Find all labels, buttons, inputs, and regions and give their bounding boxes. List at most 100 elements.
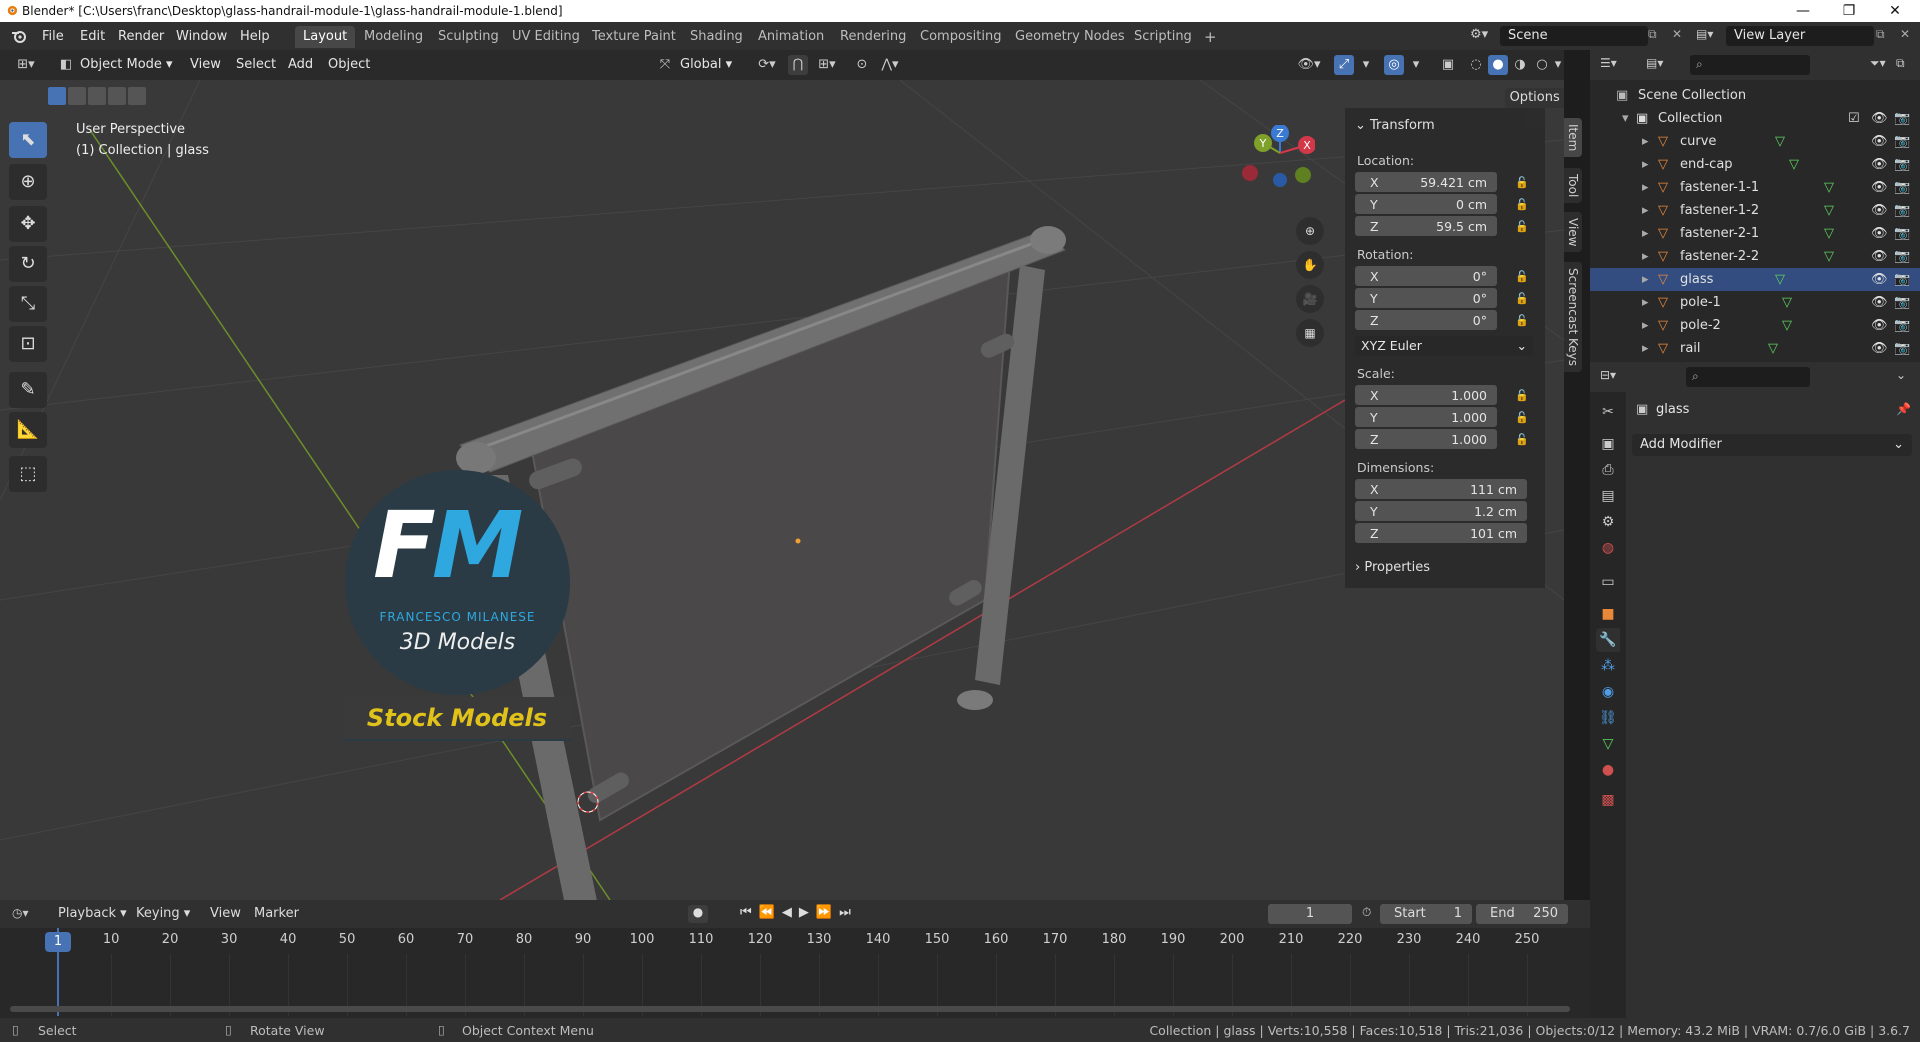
camera-icon[interactable]: 📷: [1894, 107, 1910, 130]
minimize-button[interactable]: —: [1780, 0, 1826, 22]
camera-icon[interactable]: 📷: [1894, 268, 1910, 291]
lock-icon[interactable]: 🔓: [1515, 292, 1529, 306]
solid-shading-icon[interactable]: ●: [1488, 55, 1508, 75]
expand-arrow-icon[interactable]: ▸: [1642, 337, 1649, 360]
view-layer-selector[interactable]: View Layer: [1726, 26, 1874, 46]
expand-arrow-icon[interactable]: ▸: [1642, 268, 1649, 291]
3d-viewport[interactable]: ⬉ ⊕ ✥ ↻ ⤡ ⊡ ✎ 📐 ⬚ User Perspective (1) C…: [0, 80, 1564, 900]
expand-arrow-icon[interactable]: ▸: [1642, 222, 1649, 245]
lock-icon[interactable]: 🔓: [1515, 433, 1529, 447]
rotation-mode-select[interactable]: XYZ Euler ⌄: [1355, 336, 1533, 356]
material-shading-icon[interactable]: ◑: [1510, 55, 1530, 75]
mesh-data-icon[interactable]: ▽: [1782, 291, 1792, 314]
lock-icon[interactable]: 🔓: [1515, 389, 1529, 403]
menu-keying[interactable]: Keying ▾: [136, 906, 190, 921]
scale-z-field[interactable]: Z 1.000: [1355, 429, 1497, 449]
menu-marker[interactable]: Marker: [254, 906, 299, 921]
menu-view[interactable]: View: [190, 55, 221, 75]
properties-subpanel-header[interactable]: › Properties: [1355, 560, 1430, 575]
outliner-item[interactable]: ▸ ▽ fastener-2-2 ▽ 👁 📷: [1590, 245, 1920, 268]
maximize-button[interactable]: ❐: [1826, 0, 1872, 22]
location-x-field[interactable]: X 59.421 cm: [1355, 172, 1497, 192]
rotation-y-field[interactable]: Y 0°: [1355, 288, 1497, 308]
lock-icon[interactable]: 🔓: [1515, 176, 1529, 190]
dimensions-x-field[interactable]: X 111 cm: [1355, 479, 1527, 499]
timeline-scrollbar[interactable]: [10, 1006, 1570, 1012]
tab-shading[interactable]: Shading: [682, 26, 751, 48]
eye-icon[interactable]: 👁: [1871, 107, 1888, 130]
mesh-data-icon[interactable]: ▽: [1775, 268, 1785, 291]
expand-arrow-icon[interactable]: ▸: [1642, 199, 1649, 222]
lock-icon[interactable]: 🔓: [1515, 220, 1529, 234]
material-tab-icon[interactable]: ●: [1596, 758, 1620, 782]
scene-icon[interactable]: ⚙▾: [1470, 27, 1488, 42]
outliner-item[interactable]: ▸ ▽ curve ▽ 👁 📷: [1590, 130, 1920, 153]
camera-icon[interactable]: 📷: [1894, 130, 1910, 153]
outliner-item[interactable]: ▸ ▽ fastener-1-1 ▽ 👁 📷: [1590, 176, 1920, 199]
menu-object[interactable]: Object: [328, 55, 370, 75]
outliner-scene-collection[interactable]: ▣ Scene Collection: [1590, 84, 1920, 107]
location-y-field[interactable]: Y 0 cm: [1355, 194, 1497, 214]
eye-icon[interactable]: 👁: [1871, 153, 1888, 176]
view-layer-tab-icon[interactable]: ▤: [1596, 484, 1620, 508]
delete-view-layer-icon[interactable]: ✕: [1900, 27, 1910, 41]
scene-selector[interactable]: Scene: [1500, 26, 1648, 46]
tool-tab-icon[interactable]: ✂: [1596, 400, 1620, 424]
mesh-data-icon[interactable]: ▽: [1782, 314, 1792, 337]
transform-tool[interactable]: ⊡: [9, 326, 47, 362]
select-subtract-icon[interactable]: [88, 87, 106, 105]
end-frame-field[interactable]: End 250: [1476, 904, 1568, 924]
expand-arrow-icon[interactable]: ▸: [1642, 291, 1649, 314]
mesh-data-icon[interactable]: ▽: [1824, 222, 1834, 245]
physics-tab-icon[interactable]: ◉: [1596, 680, 1620, 704]
camera-icon[interactable]: 📷: [1894, 199, 1910, 222]
outliner-item[interactable]: ▸ ▽ pole-1 ▽ 👁 📷: [1590, 291, 1920, 314]
menu-file[interactable]: File: [42, 29, 64, 44]
editor-type-icon[interactable]: ⊞▾: [12, 55, 40, 75]
select-intersect-icon[interactable]: [128, 87, 146, 105]
mesh-data-icon[interactable]: ▽: [1824, 176, 1834, 199]
move-tool[interactable]: ✥: [9, 206, 47, 242]
expand-arrow-icon[interactable]: ▸: [1642, 153, 1649, 176]
menu-select[interactable]: Select: [236, 55, 276, 75]
transform-header[interactable]: ⌄ Transform: [1355, 118, 1435, 133]
outliner-item[interactable]: ▸ ▽ fastener-2-1 ▽ 👁 📷: [1590, 222, 1920, 245]
rotation-z-field[interactable]: Z 0°: [1355, 310, 1497, 330]
shading-dropdown-icon[interactable]: ▾: [1552, 55, 1564, 75]
properties-options-icon[interactable]: ⌄: [1896, 368, 1906, 382]
menu-playback[interactable]: Playback ▾: [58, 906, 127, 921]
camera-view-icon[interactable]: 🎥: [1296, 285, 1324, 313]
add-workspace-button[interactable]: +: [1196, 26, 1225, 48]
wireframe-shading-icon[interactable]: ◌: [1466, 55, 1486, 75]
outliner-item[interactable]: ▸ ▽ pole-2 ▽ 👁 📷: [1590, 314, 1920, 337]
eye-icon[interactable]: 👁: [1871, 222, 1888, 245]
new-scene-icon[interactable]: ⧉: [1648, 27, 1657, 42]
timeline-editor-icon[interactable]: ◷▾: [12, 906, 29, 920]
gizmo-dropdown-icon[interactable]: ▾: [1356, 55, 1376, 75]
rotation-x-field[interactable]: X 0°: [1355, 266, 1497, 286]
scale-x-field[interactable]: X 1.000: [1355, 385, 1497, 405]
navigation-gizmo[interactable]: Z Y X: [1235, 125, 1315, 205]
collection-tab-icon[interactable]: ▭: [1596, 570, 1620, 594]
camera-icon[interactable]: 📷: [1894, 176, 1910, 199]
ortho-toggle-icon[interactable]: ▦: [1296, 319, 1324, 347]
playhead-frame-label[interactable]: 1: [45, 932, 71, 952]
constraints-tab-icon[interactable]: ⛓: [1596, 706, 1620, 730]
snap-icon[interactable]: ⋂: [788, 55, 808, 75]
output-tab-icon[interactable]: ⎙: [1596, 458, 1620, 482]
expand-arrow-icon[interactable]: ▸: [1642, 176, 1649, 199]
annotate-tool[interactable]: ✎: [9, 372, 47, 408]
expand-arrow-icon[interactable]: ▸: [1642, 130, 1649, 153]
xray-icon[interactable]: ▣: [1438, 55, 1458, 75]
view-layer-icon[interactable]: ▤▾: [1696, 27, 1713, 41]
lock-icon[interactable]: 🔓: [1515, 411, 1529, 425]
mesh-data-icon[interactable]: ▽: [1768, 337, 1778, 360]
eye-icon[interactable]: 👁: [1871, 291, 1888, 314]
camera-icon[interactable]: 📷: [1894, 314, 1910, 337]
location-z-field[interactable]: Z 59.5 cm: [1355, 216, 1497, 236]
tab-view[interactable]: View: [1564, 212, 1582, 253]
tab-screencast-keys[interactable]: Screencast Keys: [1564, 262, 1582, 372]
outliner-collection[interactable]: ▾ ▣ Collection ☑ 👁 📷: [1590, 107, 1920, 130]
expand-arrow-icon[interactable]: ▸: [1642, 314, 1649, 337]
properties-search-input[interactable]: ⌕: [1686, 367, 1810, 387]
